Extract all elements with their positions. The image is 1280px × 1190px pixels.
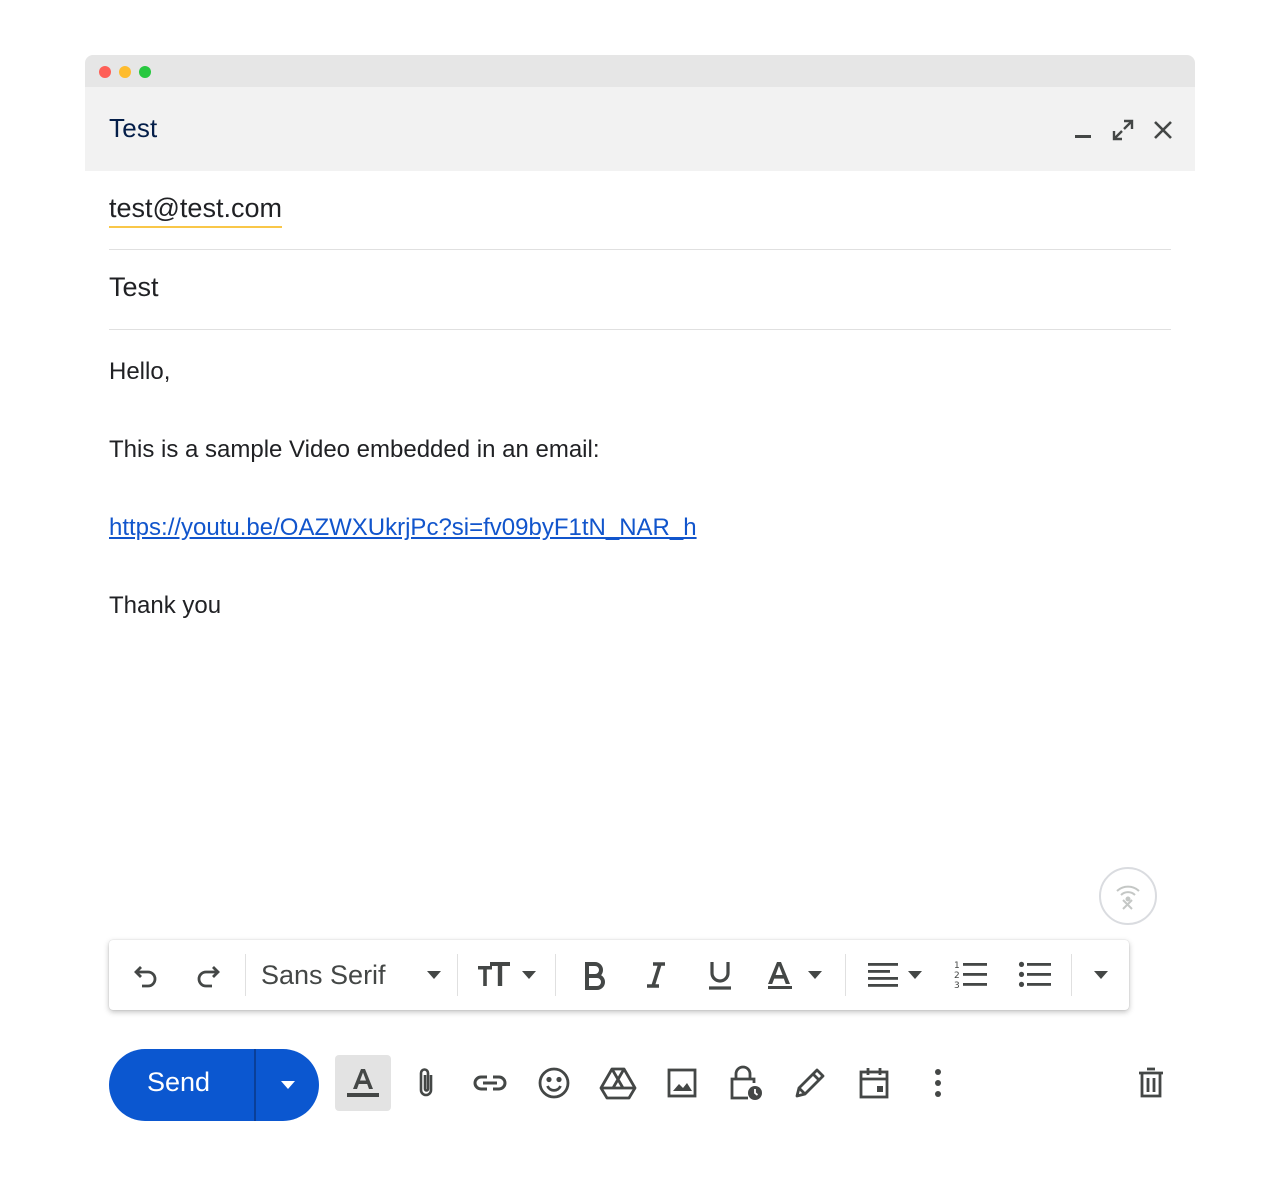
more-formatting-chevron-icon[interactable]	[1081, 940, 1121, 1010]
text-size-icon[interactable]	[469, 940, 547, 1010]
compose-title: Test	[109, 113, 158, 143]
align-icon[interactable]	[861, 940, 933, 1010]
more-options-icon[interactable]	[910, 1055, 966, 1111]
chevron-down-icon	[427, 971, 441, 979]
formatting-toolbar: Sans Serif 1 2 3	[109, 940, 1129, 1010]
emoji-icon[interactable]	[526, 1055, 582, 1111]
zoom-window-dot[interactable]	[139, 66, 151, 78]
close-icon[interactable]	[1150, 117, 1176, 143]
signature-pen-icon[interactable]	[782, 1055, 838, 1111]
schedule-calendar-icon[interactable]	[846, 1055, 902, 1111]
bulleted-list-icon[interactable]	[1011, 940, 1059, 1010]
text-color-icon[interactable]	[761, 940, 833, 1010]
italic-icon[interactable]	[633, 940, 679, 1010]
discard-draft-trash-icon[interactable]	[1123, 1055, 1179, 1111]
drive-icon[interactable]	[590, 1055, 646, 1111]
send-button-group: Send	[109, 1049, 319, 1121]
underline-icon[interactable]	[697, 940, 743, 1010]
subject-text: Test	[109, 272, 159, 302]
numbered-list-icon[interactable]: 1 2 3	[947, 940, 995, 1010]
minimize-icon[interactable]	[1070, 117, 1096, 143]
compose-window: Test test@test.com Test Hello, This is a…	[85, 55, 1195, 1155]
send-options-chevron-icon[interactable]	[256, 1049, 319, 1121]
compose-header: Test	[85, 87, 1195, 171]
subject-field[interactable]: Test	[109, 250, 1171, 330]
bold-icon[interactable]	[571, 940, 617, 1010]
svg-text:1: 1	[954, 961, 960, 971]
attach-file-icon[interactable]	[398, 1055, 454, 1111]
formatting-options-icon[interactable]	[335, 1055, 391, 1111]
font-family-select[interactable]: Sans Serif	[261, 940, 447, 1010]
redo-icon[interactable]	[185, 940, 231, 1010]
body-line: This is a sample Video embedded in an em…	[109, 436, 600, 463]
insert-link-icon[interactable]	[462, 1055, 518, 1111]
minimize-window-dot[interactable]	[119, 66, 131, 78]
insert-photo-icon[interactable]	[654, 1055, 710, 1111]
video-link[interactable]: https://youtu.be/OAZWXUkrjPc?si=fv09byF1…	[109, 514, 697, 541]
signal-off-button[interactable]	[1099, 867, 1157, 925]
undo-icon[interactable]	[123, 940, 169, 1010]
send-button[interactable]: Send	[147, 1067, 210, 1098]
svg-text:3: 3	[954, 981, 960, 991]
close-window-dot[interactable]	[99, 66, 111, 78]
svg-text:2: 2	[954, 971, 960, 981]
body-greeting: Hello,	[109, 358, 171, 385]
recipient-chip[interactable]: test@test.com	[109, 193, 282, 228]
recipients-field[interactable]: test@test.com	[109, 171, 1171, 250]
font-family-label: Sans Serif	[261, 959, 386, 990]
window-titlebar	[85, 55, 1195, 87]
confidential-mode-icon[interactable]	[718, 1055, 774, 1111]
body-closing: Thank you	[109, 592, 222, 619]
expand-icon[interactable]	[1110, 117, 1136, 143]
